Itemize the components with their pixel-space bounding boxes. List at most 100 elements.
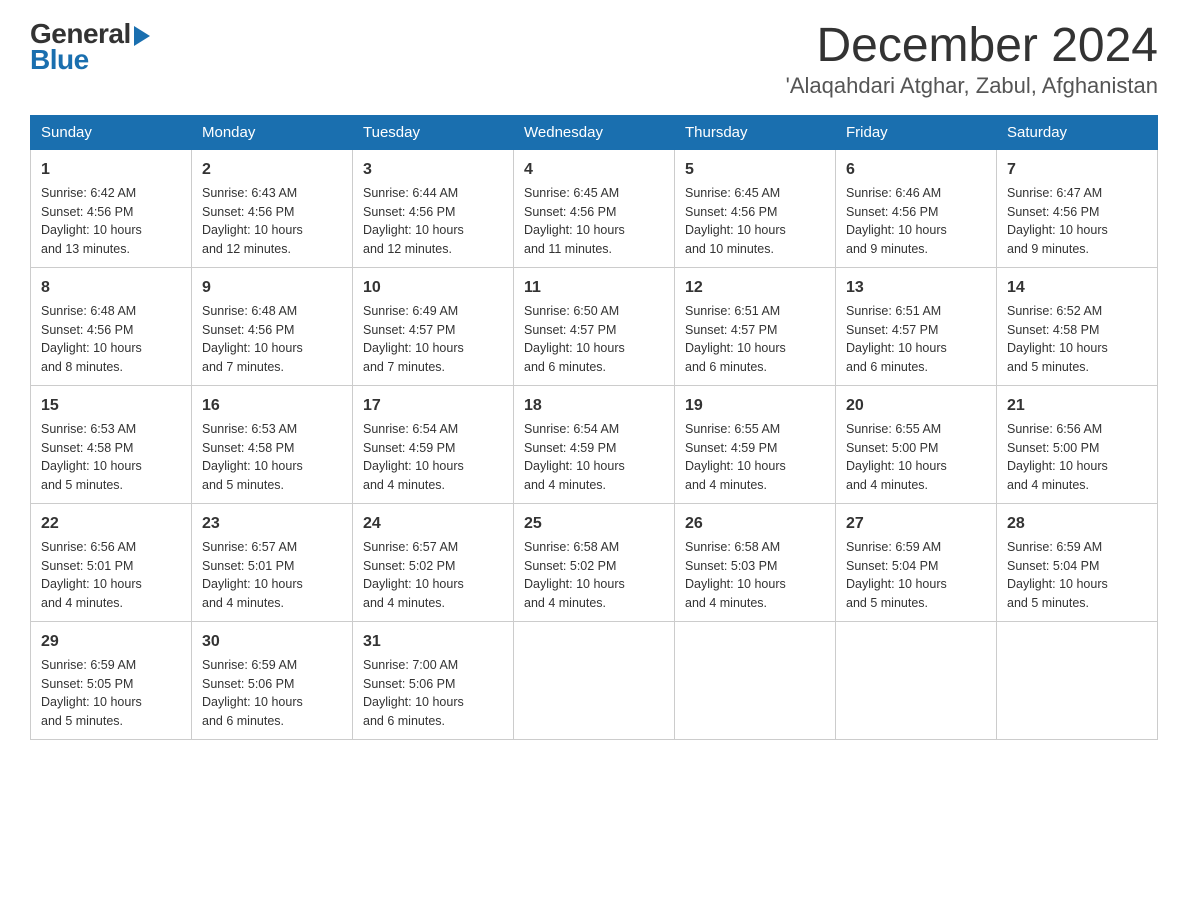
day-number: 22: [41, 512, 181, 536]
calendar-week-row: 22Sunrise: 6:56 AMSunset: 5:01 PMDayligh…: [31, 503, 1158, 621]
title-section: December 2024 'Alaqahdari Atghar, Zabul,…: [786, 20, 1158, 99]
calendar-day-cell: 26Sunrise: 6:58 AMSunset: 5:03 PMDayligh…: [675, 503, 836, 621]
calendar-day-cell: 31Sunrise: 7:00 AMSunset: 5:06 PMDayligh…: [353, 621, 514, 739]
day-info: Sunrise: 6:51 AMSunset: 4:57 PMDaylight:…: [846, 302, 986, 377]
weekday-header-monday: Monday: [192, 115, 353, 149]
day-number: 27: [846, 512, 986, 536]
logo: General Blue: [30, 20, 150, 74]
day-number: 21: [1007, 394, 1147, 418]
calendar-day-cell: 14Sunrise: 6:52 AMSunset: 4:58 PMDayligh…: [997, 267, 1158, 385]
day-number: 26: [685, 512, 825, 536]
day-number: 11: [524, 276, 664, 300]
day-number: 31: [363, 630, 503, 654]
calendar-day-cell: 8Sunrise: 6:48 AMSunset: 4:56 PMDaylight…: [31, 267, 192, 385]
weekday-header-friday: Friday: [836, 115, 997, 149]
day-number: 19: [685, 394, 825, 418]
location-title: 'Alaqahdari Atghar, Zabul, Afghanistan: [786, 73, 1158, 99]
day-info: Sunrise: 6:59 AMSunset: 5:04 PMDaylight:…: [846, 538, 986, 613]
day-info: Sunrise: 6:58 AMSunset: 5:02 PMDaylight:…: [524, 538, 664, 613]
day-number: 30: [202, 630, 342, 654]
day-info: Sunrise: 6:45 AMSunset: 4:56 PMDaylight:…: [685, 184, 825, 259]
day-number: 16: [202, 394, 342, 418]
calendar-day-cell: 28Sunrise: 6:59 AMSunset: 5:04 PMDayligh…: [997, 503, 1158, 621]
calendar-day-cell: 3Sunrise: 6:44 AMSunset: 4:56 PMDaylight…: [353, 149, 514, 267]
day-number: 17: [363, 394, 503, 418]
day-info: Sunrise: 6:44 AMSunset: 4:56 PMDaylight:…: [363, 184, 503, 259]
day-number: 15: [41, 394, 181, 418]
calendar-day-cell: 27Sunrise: 6:59 AMSunset: 5:04 PMDayligh…: [836, 503, 997, 621]
calendar-day-cell: 12Sunrise: 6:51 AMSunset: 4:57 PMDayligh…: [675, 267, 836, 385]
day-info: Sunrise: 6:46 AMSunset: 4:56 PMDaylight:…: [846, 184, 986, 259]
calendar-day-cell: 6Sunrise: 6:46 AMSunset: 4:56 PMDaylight…: [836, 149, 997, 267]
day-number: 28: [1007, 512, 1147, 536]
day-info: Sunrise: 6:59 AMSunset: 5:05 PMDaylight:…: [41, 656, 181, 731]
day-number: 24: [363, 512, 503, 536]
day-number: 2: [202, 158, 342, 182]
day-number: 18: [524, 394, 664, 418]
day-info: Sunrise: 6:51 AMSunset: 4:57 PMDaylight:…: [685, 302, 825, 377]
day-info: Sunrise: 6:50 AMSunset: 4:57 PMDaylight:…: [524, 302, 664, 377]
calendar-day-cell: 24Sunrise: 6:57 AMSunset: 5:02 PMDayligh…: [353, 503, 514, 621]
calendar-day-cell: 23Sunrise: 6:57 AMSunset: 5:01 PMDayligh…: [192, 503, 353, 621]
day-info: Sunrise: 6:47 AMSunset: 4:56 PMDaylight:…: [1007, 184, 1147, 259]
day-number: 3: [363, 158, 503, 182]
day-number: 14: [1007, 276, 1147, 300]
day-info: Sunrise: 6:56 AMSunset: 5:00 PMDaylight:…: [1007, 420, 1147, 495]
calendar-day-cell: 21Sunrise: 6:56 AMSunset: 5:00 PMDayligh…: [997, 385, 1158, 503]
calendar-day-cell: [997, 621, 1158, 739]
page-header: General Blue December 2024 'Alaqahdari A…: [30, 20, 1158, 99]
calendar-day-cell: 29Sunrise: 6:59 AMSunset: 5:05 PMDayligh…: [31, 621, 192, 739]
day-number: 6: [846, 158, 986, 182]
weekday-header-wednesday: Wednesday: [514, 115, 675, 149]
day-info: Sunrise: 6:57 AMSunset: 5:02 PMDaylight:…: [363, 538, 503, 613]
day-number: 1: [41, 158, 181, 182]
day-number: 25: [524, 512, 664, 536]
weekday-header-row: SundayMondayTuesdayWednesdayThursdayFrid…: [31, 115, 1158, 149]
day-info: Sunrise: 6:58 AMSunset: 5:03 PMDaylight:…: [685, 538, 825, 613]
weekday-header-thursday: Thursday: [675, 115, 836, 149]
day-info: Sunrise: 6:54 AMSunset: 4:59 PMDaylight:…: [524, 420, 664, 495]
day-info: Sunrise: 7:00 AMSunset: 5:06 PMDaylight:…: [363, 656, 503, 731]
day-info: Sunrise: 6:43 AMSunset: 4:56 PMDaylight:…: [202, 184, 342, 259]
calendar-day-cell: 20Sunrise: 6:55 AMSunset: 5:00 PMDayligh…: [836, 385, 997, 503]
calendar-day-cell: [514, 621, 675, 739]
logo-blue-text: Blue: [30, 46, 89, 74]
weekday-header-sunday: Sunday: [31, 115, 192, 149]
day-number: 4: [524, 158, 664, 182]
calendar-day-cell: 5Sunrise: 6:45 AMSunset: 4:56 PMDaylight…: [675, 149, 836, 267]
calendar-day-cell: 22Sunrise: 6:56 AMSunset: 5:01 PMDayligh…: [31, 503, 192, 621]
day-info: Sunrise: 6:52 AMSunset: 4:58 PMDaylight:…: [1007, 302, 1147, 377]
calendar-day-cell: 15Sunrise: 6:53 AMSunset: 4:58 PMDayligh…: [31, 385, 192, 503]
calendar-day-cell: [675, 621, 836, 739]
calendar-day-cell: 2Sunrise: 6:43 AMSunset: 4:56 PMDaylight…: [192, 149, 353, 267]
day-number: 29: [41, 630, 181, 654]
calendar-day-cell: 9Sunrise: 6:48 AMSunset: 4:56 PMDaylight…: [192, 267, 353, 385]
calendar-day-cell: 25Sunrise: 6:58 AMSunset: 5:02 PMDayligh…: [514, 503, 675, 621]
day-number: 7: [1007, 158, 1147, 182]
weekday-header-tuesday: Tuesday: [353, 115, 514, 149]
day-info: Sunrise: 6:54 AMSunset: 4:59 PMDaylight:…: [363, 420, 503, 495]
calendar-week-row: 1Sunrise: 6:42 AMSunset: 4:56 PMDaylight…: [31, 149, 1158, 267]
day-number: 12: [685, 276, 825, 300]
day-info: Sunrise: 6:59 AMSunset: 5:06 PMDaylight:…: [202, 656, 342, 731]
calendar-table: SundayMondayTuesdayWednesdayThursdayFrid…: [30, 115, 1158, 740]
calendar-week-row: 8Sunrise: 6:48 AMSunset: 4:56 PMDaylight…: [31, 267, 1158, 385]
day-info: Sunrise: 6:56 AMSunset: 5:01 PMDaylight:…: [41, 538, 181, 613]
day-number: 23: [202, 512, 342, 536]
day-info: Sunrise: 6:59 AMSunset: 5:04 PMDaylight:…: [1007, 538, 1147, 613]
day-info: Sunrise: 6:42 AMSunset: 4:56 PMDaylight:…: [41, 184, 181, 259]
calendar-week-row: 15Sunrise: 6:53 AMSunset: 4:58 PMDayligh…: [31, 385, 1158, 503]
day-info: Sunrise: 6:53 AMSunset: 4:58 PMDaylight:…: [41, 420, 181, 495]
calendar-day-cell: 10Sunrise: 6:49 AMSunset: 4:57 PMDayligh…: [353, 267, 514, 385]
calendar-day-cell: 11Sunrise: 6:50 AMSunset: 4:57 PMDayligh…: [514, 267, 675, 385]
day-info: Sunrise: 6:55 AMSunset: 5:00 PMDaylight:…: [846, 420, 986, 495]
day-info: Sunrise: 6:57 AMSunset: 5:01 PMDaylight:…: [202, 538, 342, 613]
calendar-day-cell: 4Sunrise: 6:45 AMSunset: 4:56 PMDaylight…: [514, 149, 675, 267]
calendar-day-cell: 19Sunrise: 6:55 AMSunset: 4:59 PMDayligh…: [675, 385, 836, 503]
calendar-day-cell: 16Sunrise: 6:53 AMSunset: 4:58 PMDayligh…: [192, 385, 353, 503]
day-info: Sunrise: 6:49 AMSunset: 4:57 PMDaylight:…: [363, 302, 503, 377]
day-number: 10: [363, 276, 503, 300]
calendar-day-cell: 18Sunrise: 6:54 AMSunset: 4:59 PMDayligh…: [514, 385, 675, 503]
logo-arrow-icon: [134, 26, 150, 46]
weekday-header-saturday: Saturday: [997, 115, 1158, 149]
